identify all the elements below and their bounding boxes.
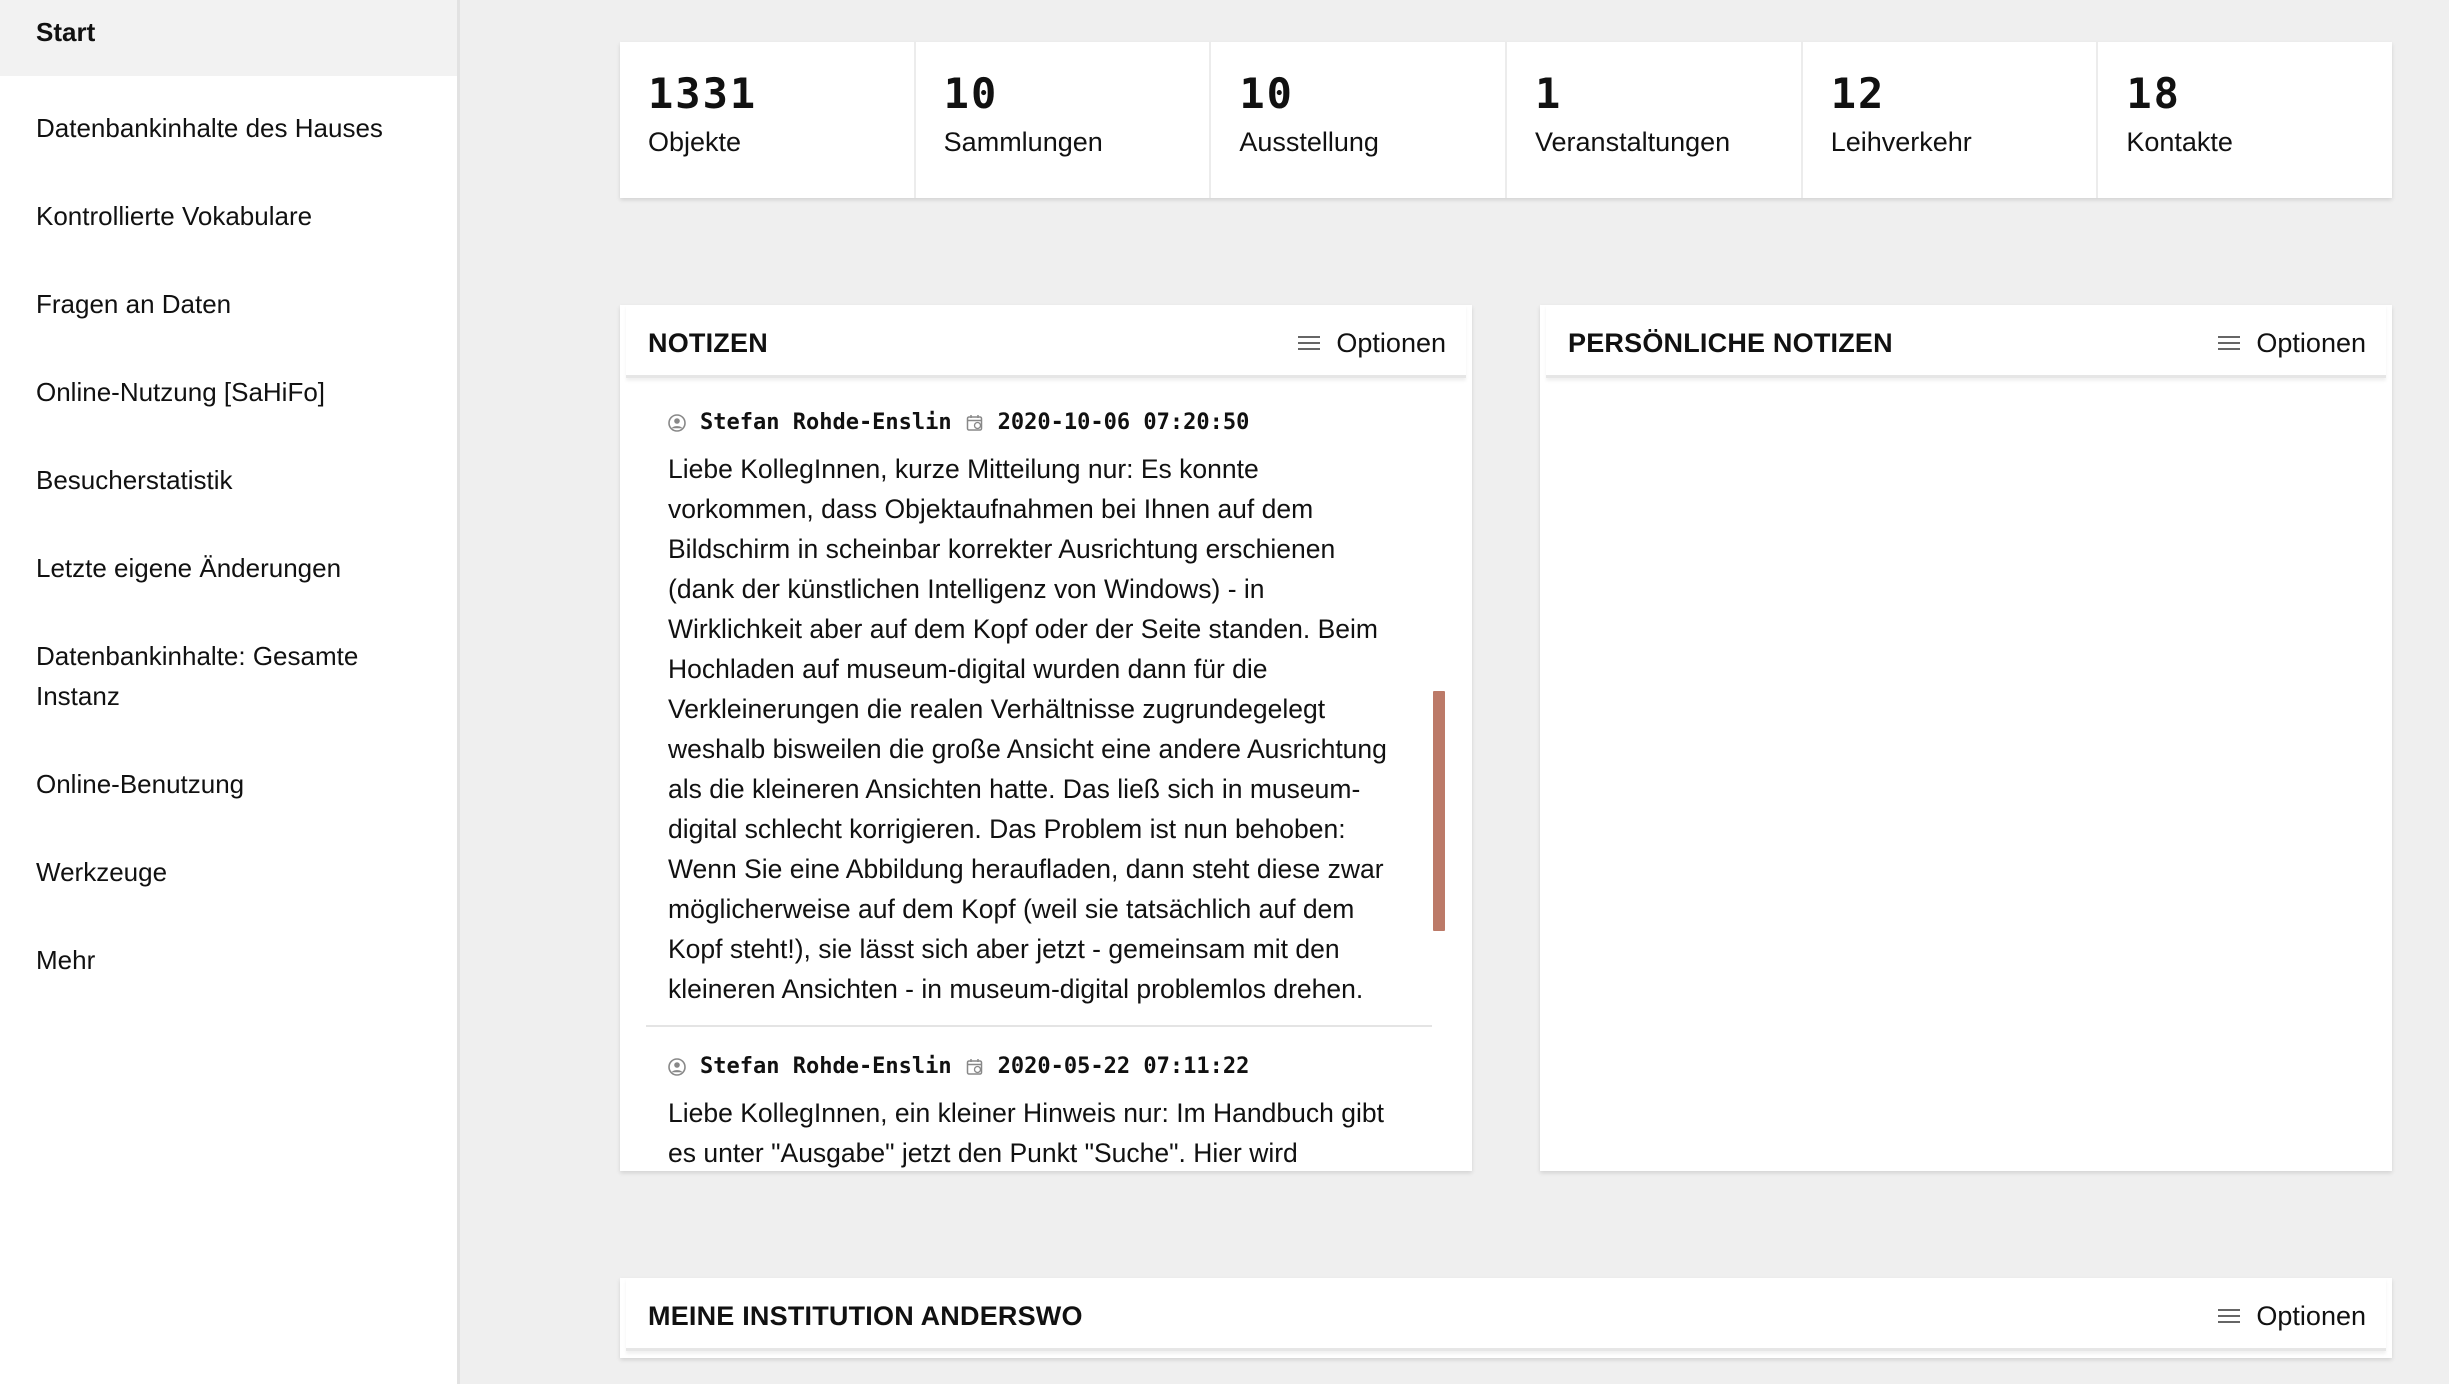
user-icon <box>668 1058 686 1076</box>
note-item: Stefan Rohde-Enslin 2020-10-06 07:20:50 … <box>646 383 1432 1027</box>
note-text: Liebe KollegInnen, ein kleiner Hinweis n… <box>668 1098 1384 1168</box>
stat-objekte[interactable]: 1331 Objekte <box>620 42 916 198</box>
stat-value: 10 <box>943 69 999 118</box>
stat-value: 1331 <box>648 69 758 118</box>
user-icon <box>668 414 686 432</box>
stat-label: Leihverkehr <box>1830 127 1972 157</box>
note-datetime: 2020-05-22 07:11:22 <box>997 1054 1250 1079</box>
options-label: Optionen <box>1336 328 1446 358</box>
stat-value: 12 <box>1830 69 1886 118</box>
note-text: Liebe KollegInnen, kurze Mitteilung nur:… <box>668 454 1387 1004</box>
note-meta: Stefan Rohde-Enslin 2020-10-06 07:20:50 <box>668 405 1388 441</box>
stat-sammlungen[interactable]: 10 Sammlungen <box>916 42 1212 198</box>
options-label: Optionen <box>2256 1301 2366 1331</box>
stat-veranstaltungen[interactable]: 1 Veranstaltungen <box>1507 42 1803 198</box>
menu-icon <box>2218 1308 2241 1324</box>
institution-card: MEINE INSTITUTION ANDERSWO Optionen <box>620 1278 2392 1358</box>
note-item: Stefan Rohde-Enslin 2020-05-22 07:11:22 … <box>646 1027 1432 1171</box>
stats-bar: 1331 Objekte 10 Sammlungen 10 Ausstellun… <box>620 42 2392 198</box>
stat-kontakte[interactable]: 18 Kontakte <box>2098 42 2392 198</box>
stat-value: 1 <box>1535 69 1563 118</box>
sidebar-nav: Start Datenbankinhalte des Hauses Kontro… <box>0 0 460 1384</box>
note-meta: Stefan Rohde-Enslin 2020-05-22 07:11:22 <box>668 1049 1388 1085</box>
sidebar-item-besucherstatistik[interactable]: Besucherstatistik <box>0 428 457 516</box>
sidebar-item-kontrollierte-vokabulare[interactable]: Kontrollierte Vokabulare <box>0 164 457 252</box>
notes-list[interactable]: Stefan Rohde-Enslin 2020-10-06 07:20:50 … <box>646 383 1446 1171</box>
sidebar-item-online-benutzung[interactable]: Online-Benutzung <box>0 732 457 820</box>
personal-notes-card-title: PERSÖNLICHE NOTIZEN <box>1568 328 1893 358</box>
personal-notes-card-header: PERSÖNLICHE NOTIZEN Optionen <box>1546 305 2386 378</box>
notes-card-header: NOTIZEN Optionen <box>626 305 1466 378</box>
note-datetime: 2020-10-06 07:20:50 <box>997 410 1250 435</box>
stat-label: Kontakte <box>2126 127 2233 157</box>
stat-ausstellung[interactable]: 10 Ausstellung <box>1211 42 1508 198</box>
institution-options-button[interactable]: Optionen <box>2218 1298 2366 1334</box>
personal-notes-card: PERSÖNLICHE NOTIZEN Optionen <box>1540 305 2392 1171</box>
sidebar-item-fragen-an-daten[interactable]: Fragen an Daten <box>0 252 457 340</box>
stat-label: Sammlungen <box>943 127 1103 157</box>
notes-scrollbar[interactable] <box>1433 691 1445 931</box>
notes-card-title: NOTIZEN <box>648 328 768 358</box>
institution-card-title: MEINE INSTITUTION ANDERSWO <box>648 1301 1083 1331</box>
stat-value: 18 <box>2126 69 2181 118</box>
personal-notes-options-button[interactable]: Optionen <box>2218 325 2366 361</box>
stat-label: Ausstellung <box>1239 127 1379 157</box>
sidebar-item-start[interactable]: Start <box>0 0 457 76</box>
sidebar-item-online-nutzung[interactable]: Online-Nutzung [SaHiFo] <box>0 340 457 428</box>
stat-label: Objekte <box>648 127 742 157</box>
notes-card: NOTIZEN Optionen Stefan Rohde-Enslin 202… <box>620 305 1472 1171</box>
calendar-clock-icon <box>966 1059 982 1075</box>
sidebar-item-datenbankinhalte-gesamte-instanz[interactable]: Datenbankinhalte: Gesamte Instanz <box>0 604 457 732</box>
sidebar-item-letzte-eigene-aenderungen[interactable]: Letzte eigene Änderungen <box>0 516 457 604</box>
menu-icon <box>2218 335 2241 351</box>
calendar-clock-icon <box>966 415 982 431</box>
institution-card-header: MEINE INSTITUTION ANDERSWO Optionen <box>626 1278 2386 1351</box>
sidebar-item-datenbankinhalte-des-hauses[interactable]: Datenbankinhalte des Hauses <box>0 76 457 164</box>
options-label: Optionen <box>2256 328 2366 358</box>
menu-icon <box>1298 335 1321 351</box>
stat-value: 10 <box>1239 69 1294 118</box>
stat-label: Veranstaltungen <box>1535 127 1731 157</box>
stat-leihverkehr[interactable]: 12 Leihverkehr <box>1803 42 2099 198</box>
sidebar-item-werkzeuge[interactable]: Werkzeuge <box>0 820 457 908</box>
note-author: Stefan Rohde-Enslin <box>700 1054 952 1079</box>
note-author: Stefan Rohde-Enslin <box>700 410 952 435</box>
sidebar-item-mehr[interactable]: Mehr <box>0 908 457 996</box>
notes-options-button[interactable]: Optionen <box>1298 325 1446 361</box>
